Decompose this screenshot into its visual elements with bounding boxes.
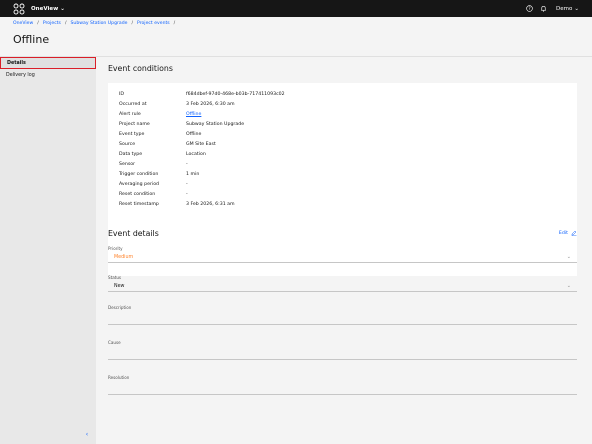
condition-label: Sensor [119,161,136,167]
condition-value: - [186,191,188,197]
app-logo-icon[interactable] [10,0,27,17]
condition-label: Occurred at [119,101,147,107]
chevron-down-icon: ⌄ [566,254,571,260]
condition-label: Averaging period [119,181,160,187]
user-menu[interactable]: Demo ⌄ [556,6,579,12]
cause-field: Cause [108,340,577,360]
breadcrumb-separator: / [173,21,176,26]
sidebar-item-delivery-log[interactable]: Delivery log [0,69,96,81]
status-field: Status New ⌄ [108,275,577,292]
condition-label: Alert rule [119,111,141,117]
priority-select[interactable]: Medium ⌄ [108,252,577,263]
condition-row: Event type Offline [119,129,566,139]
breadcrumb-separator: / [64,21,67,26]
chevron-down-icon: ⌄ [574,5,579,12]
condition-row: ID f684dbef-97d0-468e-b03b-717411093c02 [119,89,566,99]
status-value: New [114,283,125,289]
condition-value: 3 Feb 2026, 6:30 am [186,101,235,107]
condition-label: Trigger condition [119,171,159,177]
help-icon[interactable]: ? [525,5,533,13]
svg-text:?: ? [528,6,530,11]
condition-label: Event type [119,131,145,137]
condition-label: Data type [119,151,143,157]
collapse-sidebar-icon[interactable]: ‹ [84,431,90,438]
condition-row: Occurred at 3 Feb 2026, 6:30 am [119,99,566,109]
page-header: OneView / Projects / Subway Station Upgr… [0,17,592,57]
main-content: Event conditions ID f684dbef-97d0-468e-b… [96,57,592,444]
user-name: Demo [556,5,573,12]
condition-value: Offline [186,131,202,137]
cause-input[interactable] [108,346,577,360]
chevron-down-icon: ⌄ [60,5,65,12]
condition-value: - [186,161,188,167]
condition-row: Reset timestamp 3 Feb 2026, 6:31 am [119,199,566,209]
priority-field: Priority Medium ⌄ [108,246,577,263]
condition-row: Trigger condition 1 min [119,169,566,179]
condition-row: Reset condition - [119,189,566,199]
sidebar: Details Delivery log ‹ [0,57,96,444]
condition-value: Subway Station Upgrade [186,121,245,127]
chevron-down-icon: ⌄ [566,283,571,289]
condition-row: Source GM Site East [119,139,566,149]
edit-label: Edit [558,230,568,236]
page-title: Offline [13,33,50,46]
breadcrumb-separator: / [37,21,39,26]
notification-bell-icon[interactable] [539,5,547,13]
condition-label: Reset timestamp [119,201,159,207]
breadcrumb-oneview[interactable]: OneView [13,21,33,26]
resolution-input[interactable] [108,381,577,395]
condition-value: f684dbef-97d0-468e-b03b-717411093c02 [186,91,285,97]
event-conditions-title: Event conditions [108,64,173,73]
app-name: OneView [31,5,59,12]
condition-value: GM Site East [186,141,216,147]
breadcrumb-projects[interactable]: Projects [43,21,61,26]
sidebar-item-label: Details [7,60,26,66]
description-field: Description [108,305,577,325]
condition-value: Location [186,151,206,157]
condition-label: Project name [119,121,150,127]
condition-value: 1 min [186,171,200,177]
priority-value: Medium [114,254,134,260]
event-details-title: Event details [108,228,159,238]
alert-rule-link[interactable]: Offline [186,112,201,117]
condition-value: 3 Feb 2026, 6:31 am [186,201,235,207]
condition-row: Project name Subway Station Upgrade [119,119,566,129]
condition-row: Data type Location [119,149,566,159]
breadcrumb-separator: / [131,21,134,26]
sidebar-item-details[interactable]: Details [0,57,96,69]
status-select[interactable]: New ⌄ [108,281,577,292]
condition-value: - [186,181,188,187]
top-bar: OneView ⌄ ? Demo ⌄ [0,0,592,17]
condition-row: Averaging period - [119,179,566,189]
condition-label: Reset condition [119,191,156,197]
breadcrumb-project[interactable]: Subway Station Upgrade [71,21,128,26]
condition-label: Source [119,141,136,147]
condition-row: Sensor - [119,159,566,169]
description-input[interactable] [108,311,577,325]
sidebar-item-label: Delivery log [6,72,35,78]
app-switcher[interactable]: OneView ⌄ [31,6,65,12]
condition-row: Alert rule Offline [119,109,566,119]
edit-button[interactable]: Edit [559,230,577,236]
breadcrumb-project-events[interactable]: Project events [137,21,170,26]
condition-label: ID [119,91,124,97]
event-details-section: Event details Edit Priority Medium ⌄ Sta… [108,227,577,395]
resolution-field: Resolution [108,375,577,395]
breadcrumb: OneView / Projects / Subway Station Upgr… [13,21,175,26]
pencil-icon [571,230,577,236]
